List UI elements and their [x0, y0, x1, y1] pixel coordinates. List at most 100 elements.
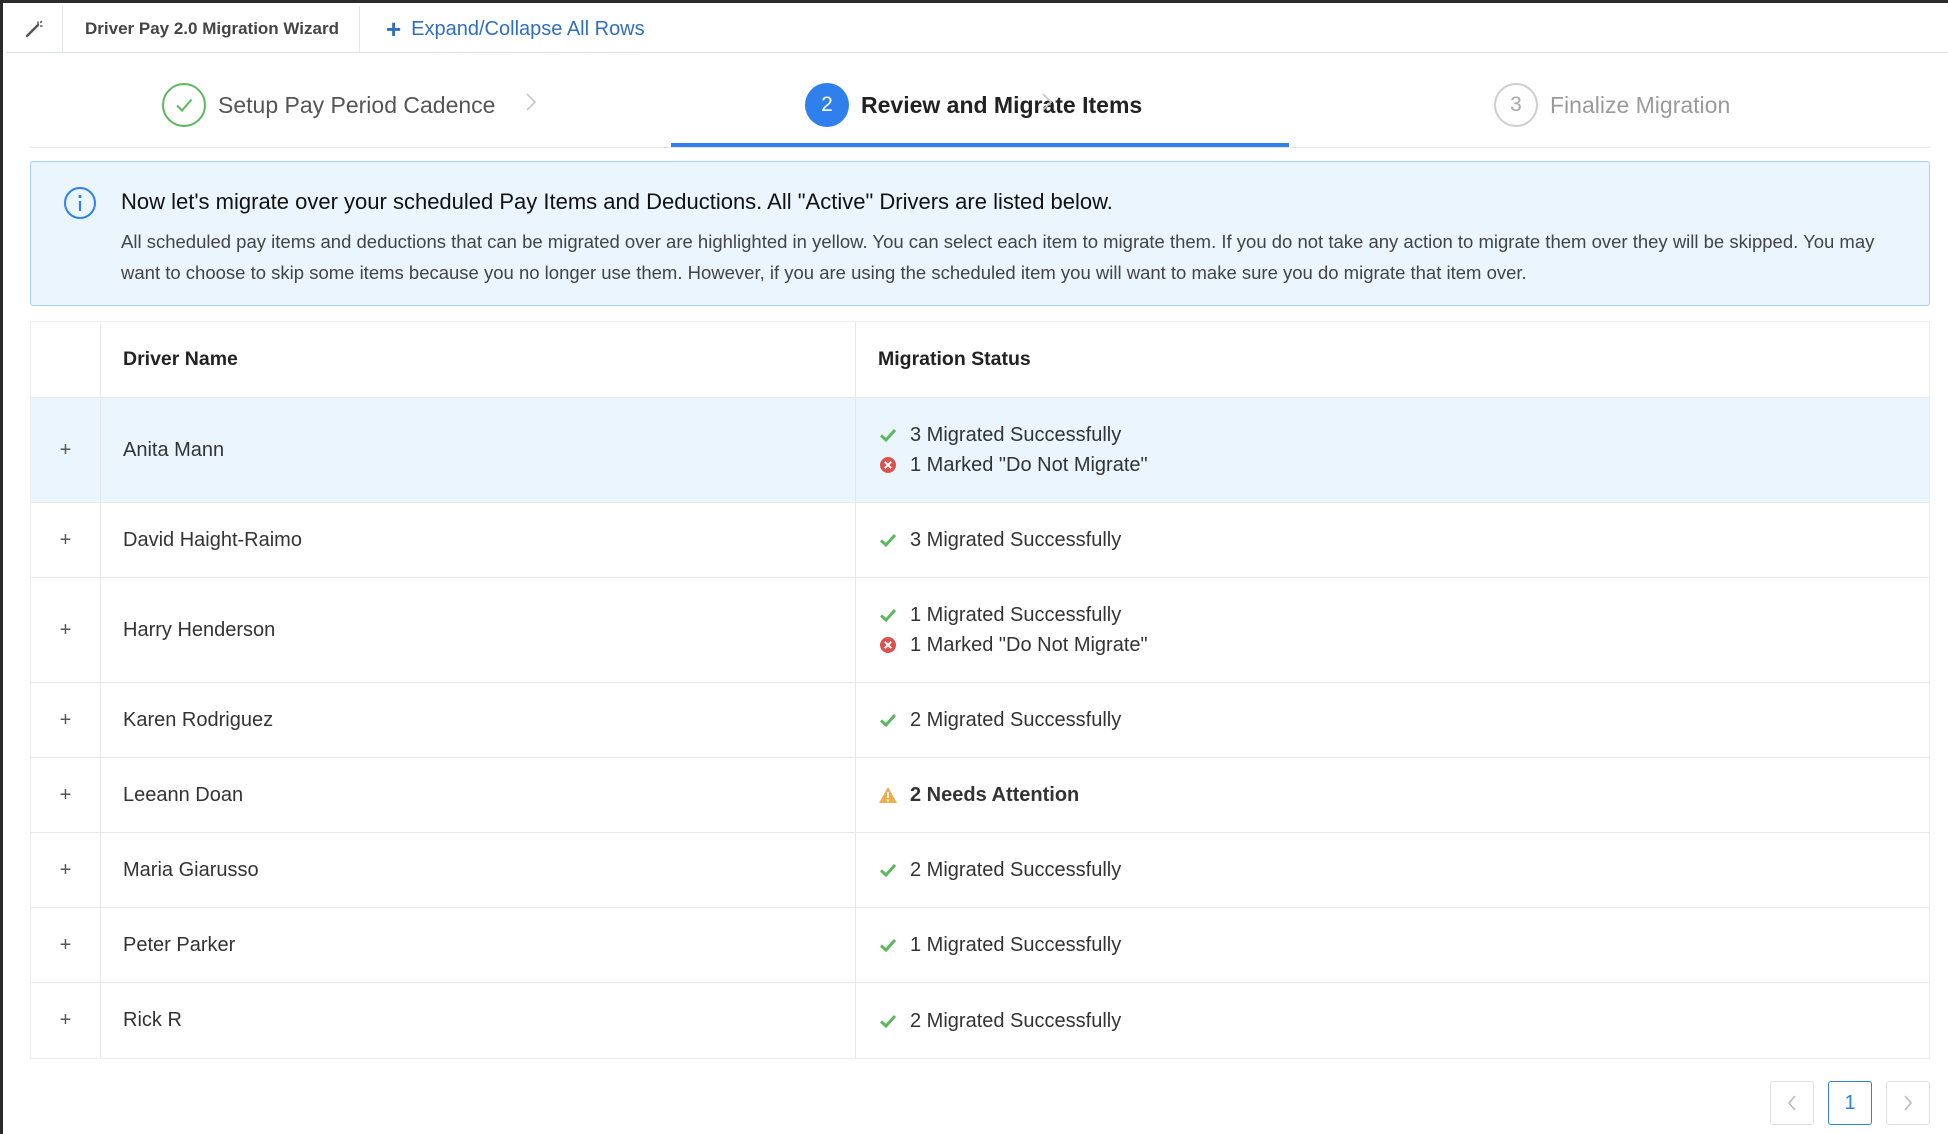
step-review-migrate[interactable]: 2 Review and Migrate Items [805, 63, 1142, 147]
expand-collapse-label: Expand/Collapse All Rows [411, 17, 645, 40]
status-text: 2 Migrated Successfully [910, 709, 1122, 731]
check-icon [878, 935, 898, 955]
step-label: Review and Migrate Items [861, 91, 1143, 118]
app-window: Driver Pay 2.0 Migration Wizard + Expand… [0, 0, 1948, 1134]
info-icon [64, 187, 96, 219]
status-text: 1 Migrated Successfully [910, 604, 1122, 626]
table-row[interactable]: + Karen Rodriguez 2 Migrated Successfully [31, 683, 1929, 758]
check-icon [878, 425, 898, 445]
migration-status: 3 Migrated Successfully [856, 503, 1929, 577]
info-body: All scheduled pay items and deductions t… [121, 231, 1875, 283]
expand-row-cell: + [31, 833, 101, 907]
top-toolbar: Driver Pay 2.0 Migration Wizard + Expand… [6, 6, 1948, 53]
column-header-migration-status[interactable]: Migration Status [856, 322, 1929, 397]
driver-name: Peter Parker [101, 908, 856, 982]
table-row[interactable]: + David Haight-Raimo 3 Migrated Successful… [31, 503, 1929, 578]
wizard-title: Driver Pay 2.0 Migration Wizard [63, 6, 360, 52]
status-line-success: 2 Migrated Successfully [878, 855, 1121, 885]
drivers-table: Driver Name Migration Status + Anita Mann… [30, 321, 1930, 1059]
status-text: 3 Migrated Successfully [910, 424, 1122, 446]
expand-row-cell: + [31, 683, 101, 757]
plus-icon: + [385, 14, 402, 44]
step-setup-pay-period[interactable]: Setup Pay Period Cadence [162, 63, 495, 147]
status-line-error: 1 Marked "Do Not Migrate" [878, 450, 1148, 480]
migration-status: 2 Migrated Successfully [856, 833, 1929, 907]
expand-collapse-all-button[interactable]: + Expand/Collapse All Rows [360, 6, 645, 52]
driver-name: David Haight-Raimo [101, 503, 856, 577]
expand-row-button[interactable]: + [56, 1009, 76, 1031]
info-heading: Now let's migrate over your scheduled Pa… [121, 189, 1113, 214]
check-icon [162, 83, 206, 127]
info-alert: Now let's migrate over your scheduled Pa… [30, 161, 1930, 306]
expand-row-button[interactable]: + [56, 934, 76, 956]
expand-row-cell: + [31, 983, 101, 1058]
step-number-badge: 2 [805, 83, 849, 127]
column-header-driver-name[interactable]: Driver Name [101, 322, 856, 397]
status-line-error: 1 Marked "Do Not Migrate" [878, 630, 1148, 660]
status-text: 1 Marked "Do Not Migrate" [910, 454, 1148, 476]
table-row[interactable]: + Harry Henderson 1 Migrated Successfully 1… [31, 578, 1929, 683]
page-1-button[interactable]: 1 [1828, 1081, 1872, 1125]
status-line-success: 1 Migrated Successfully [878, 600, 1121, 630]
step-label: Finalize Migration [1550, 91, 1731, 118]
migration-status: 3 Migrated Successfully 1 Marked "Do Not … [856, 398, 1929, 502]
next-page-button[interactable] [1886, 1081, 1930, 1125]
expand-row-button[interactable]: + [56, 439, 76, 461]
expand-row-cell: + [31, 578, 101, 682]
status-line-success: 3 Migrated Successfully [878, 525, 1121, 555]
status-text: 1 Marked "Do Not Migrate" [910, 634, 1148, 656]
expand-row-button[interactable]: + [56, 859, 76, 881]
migration-status: 1 Migrated Successfully [856, 908, 1929, 982]
driver-name: Leeann Doan [101, 758, 856, 832]
driver-name: Maria Giarusso [101, 833, 856, 907]
table-row[interactable]: + Anita Mann 3 Migrated Successfully 1 Mark… [31, 398, 1929, 503]
error-circle-icon [878, 455, 898, 475]
step-finalize-migration[interactable]: 3 Finalize Migration [1494, 63, 1730, 147]
table-row[interactable]: + Rick R 2 Migrated Successfully [31, 983, 1929, 1058]
chevron-left-icon [1787, 1095, 1796, 1111]
expand-row-cell: + [31, 908, 101, 982]
status-line-success: 2 Migrated Successfully [878, 705, 1121, 735]
expand-row-button[interactable]: + [56, 529, 76, 551]
migration-status: 1 Migrated Successfully 1 Marked "Do Not … [856, 578, 1929, 682]
status-line-success: 3 Migrated Successfully [878, 420, 1121, 450]
expand-row-cell: + [31, 758, 101, 832]
expand-row-cell: + [31, 503, 101, 577]
error-circle-icon [878, 635, 898, 655]
driver-name: Harry Henderson [101, 578, 856, 682]
table-row[interactable]: + Maria Giarusso 2 Migrated Successfully [31, 833, 1929, 908]
expand-row-button[interactable]: + [56, 784, 76, 806]
migration-status: 2 Needs Attention [856, 758, 1929, 832]
chevron-right-icon [526, 93, 537, 111]
check-icon [878, 860, 898, 880]
check-icon [878, 530, 898, 550]
table-row[interactable]: + Peter Parker 1 Migrated Successfully [31, 908, 1929, 983]
step-number-badge: 3 [1494, 83, 1538, 127]
migration-status: 2 Migrated Successfully [856, 683, 1929, 757]
previous-page-button[interactable] [1770, 1081, 1814, 1125]
table-row[interactable]: + Leeann Doan 2 Needs Attention [31, 758, 1929, 833]
wand-icon[interactable] [6, 6, 63, 52]
expand-row-button[interactable]: + [56, 619, 76, 641]
wizard-steps: Setup Pay Period Cadence 2 Review and Mi… [30, 63, 1930, 148]
expand-column-header [31, 322, 101, 397]
status-text: 2 Migrated Successfully [910, 1009, 1122, 1032]
active-step-indicator [671, 143, 1289, 147]
status-text: 3 Migrated Successfully [910, 529, 1122, 551]
status-line-success: 1 Migrated Successfully [878, 930, 1121, 960]
chevron-right-icon [1904, 1095, 1913, 1111]
expand-row-cell: + [31, 398, 101, 502]
warning-icon [878, 785, 898, 805]
status-line-success: 2 Migrated Successfully [878, 1006, 1121, 1036]
check-icon [878, 710, 898, 730]
status-text: 1 Migrated Successfully [910, 934, 1122, 956]
expand-row-button[interactable]: + [56, 709, 76, 731]
status-text: 2 Needs Attention [910, 784, 1080, 806]
status-text: 2 Migrated Successfully [910, 859, 1122, 881]
migration-status: 2 Migrated Successfully [856, 983, 1929, 1058]
check-icon [878, 1011, 898, 1031]
check-icon [878, 605, 898, 625]
step-label: Setup Pay Period Cadence [218, 91, 496, 118]
driver-name: Rick R [101, 983, 856, 1058]
driver-name: Anita Mann [101, 398, 856, 502]
